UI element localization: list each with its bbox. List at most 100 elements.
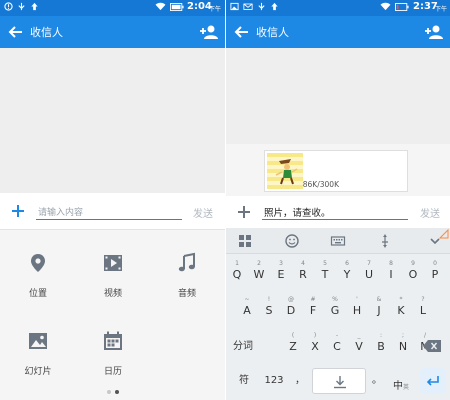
key-u[interactable]: 7U xyxy=(358,260,380,281)
key-x[interactable]: ) X xyxy=(304,332,326,353)
attach-location[interactable]: 位置 xyxy=(8,252,68,299)
arrow-left-icon[interactable] xyxy=(6,22,26,42)
keyboard-toolbar xyxy=(226,228,450,254)
key-j[interactable]: & J xyxy=(368,296,390,317)
enter-key[interactable] xyxy=(420,368,446,394)
key-i[interactable]: 8I xyxy=(380,260,402,281)
attach-calendar[interactable]: 日历 xyxy=(83,330,143,377)
wifi-icon xyxy=(155,2,166,11)
alert-icon xyxy=(4,2,13,11)
message-placeholder: 请输入内容 xyxy=(38,208,84,218)
space-key[interactable] xyxy=(312,368,366,394)
status-period: 下午 xyxy=(209,6,222,13)
music-note-icon xyxy=(178,252,195,272)
key-c[interactable]: -C xyxy=(326,332,348,353)
add-contact-icon[interactable] xyxy=(424,22,444,42)
language-key[interactable]: 中英 xyxy=(388,374,414,393)
period-key[interactable]: 。 xyxy=(370,374,384,387)
key-e[interactable]: 3E xyxy=(270,260,292,281)
page-indicator xyxy=(0,390,225,394)
keyboard-icon[interactable] xyxy=(330,233,346,249)
attach-slideshow[interactable]: 幻灯片 xyxy=(8,330,68,377)
attachment-size: 86K/300K xyxy=(302,180,339,189)
key-g[interactable]: % G xyxy=(324,296,346,317)
upload-icon xyxy=(31,2,38,11)
edge-handle-icon[interactable] xyxy=(438,228,450,240)
key-v[interactable]: _ V xyxy=(348,332,370,353)
calendar-icon xyxy=(104,331,122,350)
symbols-key[interactable]: 符 xyxy=(234,374,254,387)
status-notification-icons xyxy=(230,2,279,11)
usb-icon xyxy=(258,2,265,11)
attach-slideshow-label: 幻灯片 xyxy=(24,367,52,377)
app-bar: 收信人 xyxy=(226,16,450,48)
key-y[interactable]: 6Y xyxy=(336,260,358,281)
message-input[interactable]: 请输入内容 xyxy=(36,202,182,220)
key-a[interactable]: ~ A xyxy=(236,296,258,317)
key-s[interactable]: ! S xyxy=(258,296,280,317)
attachment-panel: 位置 视频 音频 幻灯片 日历 xyxy=(0,229,225,400)
arrow-left-icon[interactable] xyxy=(232,22,252,42)
page-title: 收信人 xyxy=(30,26,63,39)
photo-attachment[interactable]: 86K/300K xyxy=(264,150,408,192)
right-screen: 2:37 下午 收信人 86K/300K 照片，请查收。 发送 1 Q 2 W … xyxy=(226,0,450,400)
location-pin-icon xyxy=(31,254,45,272)
attach-video[interactable]: 视频 xyxy=(83,252,143,299)
key-h[interactable]: ' H xyxy=(346,296,368,317)
left-screen: 2:04 下午 收信人 请输入内容 发送 位置 视频 音频 幻灯片 日历 xyxy=(0,0,225,400)
app-bar: 收信人 xyxy=(0,16,225,48)
attach-audio[interactable]: 音频 xyxy=(157,252,217,299)
key-w[interactable]: 2W xyxy=(248,260,270,281)
grid-menu-icon[interactable] xyxy=(237,233,253,249)
plus-icon[interactable] xyxy=(10,203,26,219)
cartoon-image-icon xyxy=(275,159,298,185)
key-t[interactable]: 5T xyxy=(314,260,336,281)
send-button[interactable]: 发送 xyxy=(193,205,213,220)
plus-icon[interactable] xyxy=(236,204,252,220)
key-k[interactable]: * K xyxy=(390,296,412,317)
key-f[interactable]: # F xyxy=(302,296,324,317)
send-button[interactable]: 发送 xyxy=(420,205,440,220)
emoji-icon[interactable] xyxy=(284,233,300,249)
backspace-icon[interactable] xyxy=(423,340,441,352)
wifi-icon xyxy=(380,2,391,11)
status-system-icons xyxy=(155,2,184,11)
page-dot[interactable] xyxy=(106,390,111,394)
attach-calendar-label: 日历 xyxy=(103,367,122,377)
download-keyboard-icon xyxy=(334,376,346,389)
key-o[interactable]: 9O xyxy=(402,260,424,281)
key-d[interactable]: @ D xyxy=(280,296,302,317)
keyboard-row-4: 符 123 ， 。 中英 xyxy=(226,368,450,400)
key-l[interactable]: ? L xyxy=(412,296,434,317)
battery-icon xyxy=(170,2,184,11)
numbers-key[interactable]: 123 xyxy=(260,374,288,387)
video-icon xyxy=(104,255,122,271)
key-r[interactable]: 4R xyxy=(292,260,314,281)
key-z[interactable]: (Z xyxy=(282,332,304,353)
segment-key[interactable]: 分词 xyxy=(228,340,258,353)
status-notification-icons xyxy=(4,2,39,11)
key-b[interactable]: :B xyxy=(370,332,392,353)
attach-video-label: 视频 xyxy=(103,289,122,299)
composer: 照片，请查收。 发送 xyxy=(226,196,450,228)
cursor-move-icon[interactable] xyxy=(377,233,393,249)
key-n[interactable]: ; N xyxy=(392,332,414,353)
add-contact-icon[interactable] xyxy=(199,22,219,42)
page-title: 收信人 xyxy=(256,26,289,39)
upload-icon xyxy=(271,2,278,11)
page-dot-active[interactable] xyxy=(114,390,119,394)
key-p[interactable]: 0P xyxy=(424,260,446,281)
enter-icon xyxy=(426,376,439,386)
message-input[interactable]: 照片，请查收。 xyxy=(262,202,408,220)
mail-icon xyxy=(243,3,253,10)
keyboard-row-1: 1Q 2W 3E 4R 5T 6Y 7U 8I 9O 0P xyxy=(226,260,450,286)
comma-key[interactable]: ， xyxy=(292,374,308,387)
key-q[interactable]: 1Q xyxy=(226,260,248,281)
keyboard-row-2: ~ A ! S @ D # F % G ' H & J * K ? L xyxy=(226,296,450,322)
status-bar: 2:37 下午 xyxy=(226,0,450,16)
conversation-area xyxy=(0,48,225,193)
usb-icon xyxy=(18,2,25,11)
composer: 请输入内容 发送 xyxy=(0,193,225,229)
slideshow-icon xyxy=(29,333,47,349)
photo-thumbnail xyxy=(267,153,303,189)
